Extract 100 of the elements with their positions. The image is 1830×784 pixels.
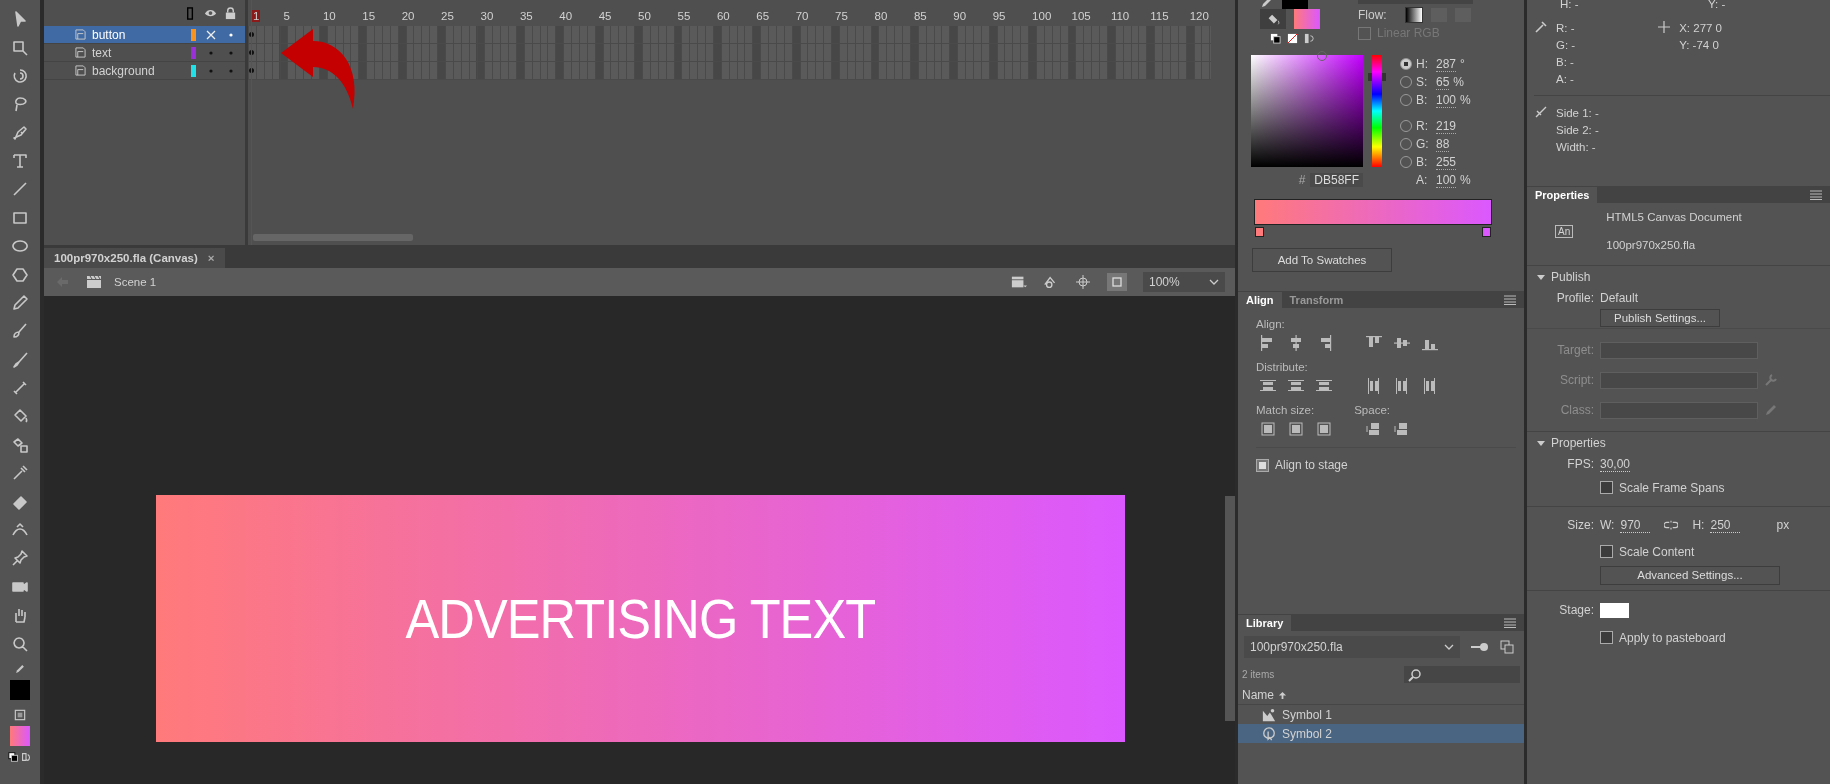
fill-color-swatch[interactable] [1294,9,1320,29]
transform-icon[interactable] [11,38,29,57]
channel-value[interactable]: 88 [1436,136,1450,152]
library-item[interactable]: Symbol 1 [1238,705,1524,724]
clapperboard-icon[interactable] [1011,275,1027,289]
layer-row[interactable]: text [44,44,245,62]
pin-icon[interactable] [11,549,29,568]
new-library-icon[interactable] [1500,640,1514,654]
add-to-swatches-button[interactable]: Add To Swatches [1252,248,1392,272]
library-dropdown[interactable]: 100pr970x250.fla [1244,636,1460,658]
document-tab[interactable]: 100pr970x250.fla (Canvas) × [44,248,225,268]
layer-color-swatch[interactable] [191,28,196,41]
frame-number: 60 [716,10,730,22]
clip-icon[interactable] [1107,273,1127,291]
channel-value[interactable]: 255 [1436,154,1457,170]
bucket-icon[interactable] [1260,9,1286,29]
hexagon-icon[interactable] [11,265,29,284]
close-icon[interactable]: × [207,252,215,264]
channel-radio[interactable] [1400,58,1412,70]
width-value[interactable]: 970 [1620,517,1651,533]
default-colors-icon[interactable] [1270,33,1281,44]
layer-color-swatch[interactable] [191,46,196,59]
hex-field[interactable]: DB58FF [1310,173,1363,187]
scale-frame-spans-checkbox[interactable]: Scale Frame Spans [1527,474,1830,501]
fill-icon[interactable] [13,708,27,722]
channel-value[interactable]: 65 [1436,74,1450,90]
distribute-right-icon[interactable] [1422,378,1438,394]
scrollbar[interactable] [1225,496,1235,721]
frame-number: 55 [677,10,691,22]
gradient-stop[interactable] [1482,227,1491,237]
apply-to-pasteboard-checkbox[interactable]: Apply to pasteboard [1527,624,1830,651]
panel-tab[interactable]: Transform [1281,291,1352,308]
ink-bottle-icon[interactable] [11,435,29,454]
align-middle-icon[interactable] [1394,335,1410,351]
section-header[interactable]: Properties [1527,431,1830,454]
layer-row[interactable]: button [44,26,245,44]
flow-extend-button[interactable] [1404,7,1423,23]
text-tool-icon[interactable] [11,151,29,170]
height-value[interactable]: 250 [1710,517,1741,533]
no-color-icon[interactable] [1287,33,1298,44]
search-field[interactable] [1404,666,1520,683]
stroke-color-swatch[interactable] [10,680,30,700]
link-icon[interactable] [1664,518,1679,532]
brush-icon[interactable] [11,350,29,369]
menu-icon[interactable] [1504,294,1516,305]
frame-track[interactable] [248,44,1211,62]
align-center-icon[interactable] [1288,335,1304,351]
match-height-icon[interactable] [1288,421,1304,437]
pencil-icon[interactable] [13,662,27,676]
layer-icon [75,29,86,40]
color-field[interactable] [1251,55,1363,167]
channel-value[interactable]: 100 [1436,92,1457,108]
stage-color-swatch[interactable] [1600,602,1629,618]
lock-icon[interactable] [224,6,237,20]
channel-value[interactable]: 219 [1436,118,1457,134]
layer-row[interactable]: background [44,62,245,80]
swap-colors-icon[interactable] [1304,33,1315,44]
scale-content-checkbox[interactable]: Scale Content [1527,538,1830,565]
panel-tab[interactable]: Library [1238,614,1292,631]
column-header[interactable]: Name [1238,686,1524,705]
menu-icon[interactable] [1504,617,1516,628]
fps-value[interactable]: 30,00 [1600,456,1631,472]
stroke-color-swatch[interactable] [1282,0,1308,9]
pen-icon[interactable] [11,123,29,142]
distribute-top-icon[interactable] [1260,378,1276,394]
distribute-middle-icon[interactable] [1394,378,1410,394]
pin-icon[interactable] [1470,640,1490,654]
frame-number: 90 [953,10,967,22]
distribute-left-icon[interactable] [1366,378,1382,394]
frame-track[interactable] [248,26,1211,44]
zoom-dropdown[interactable]: 100% [1143,272,1225,292]
advanced-settings-button[interactable]: Advanced Settings... [1600,565,1780,585]
magnifier-icon[interactable] [11,634,29,653]
channel-value[interactable]: 287 [1436,56,1457,72]
frame-track[interactable] [248,62,1211,80]
space-horizontal-icon[interactable] [1366,421,1382,437]
layer-color-swatch[interactable] [191,64,196,77]
match-both-icon[interactable] [1316,421,1332,437]
distribute-bottom-icon[interactable] [1316,378,1332,394]
pencil-icon[interactable] [11,293,29,312]
rotate-icon[interactable] [11,66,29,85]
panel-tab[interactable]: Properties [1527,186,1598,203]
distribute-center-icon[interactable] [1288,378,1304,394]
library-item[interactable]: Symbol 2 [1238,724,1524,743]
match-width-icon[interactable] [1260,421,1276,437]
swap-colors-icon[interactable] [7,751,33,763]
fill-color-swatch[interactable] [10,726,30,746]
menu-icon[interactable] [1810,189,1822,200]
panel-tab[interactable]: Align [1238,291,1282,308]
brush-icon[interactable] [11,322,29,341]
crosshair-icon[interactable] [1075,275,1091,289]
gradient-bar[interactable] [1254,199,1492,225]
gradient-stop[interactable] [1255,227,1264,237]
sort-arrow-icon [1278,690,1287,700]
channel-value[interactable]: 100 [1436,172,1457,188]
align-to-stage-checkbox[interactable]: Align to stage [1256,458,1524,472]
hidden-icon[interactable] [205,28,217,41]
space-vertical-icon[interactable] [1394,421,1410,437]
file-name: 100pr970x250.fla [1606,239,1697,251]
scrollbar[interactable] [253,234,413,241]
